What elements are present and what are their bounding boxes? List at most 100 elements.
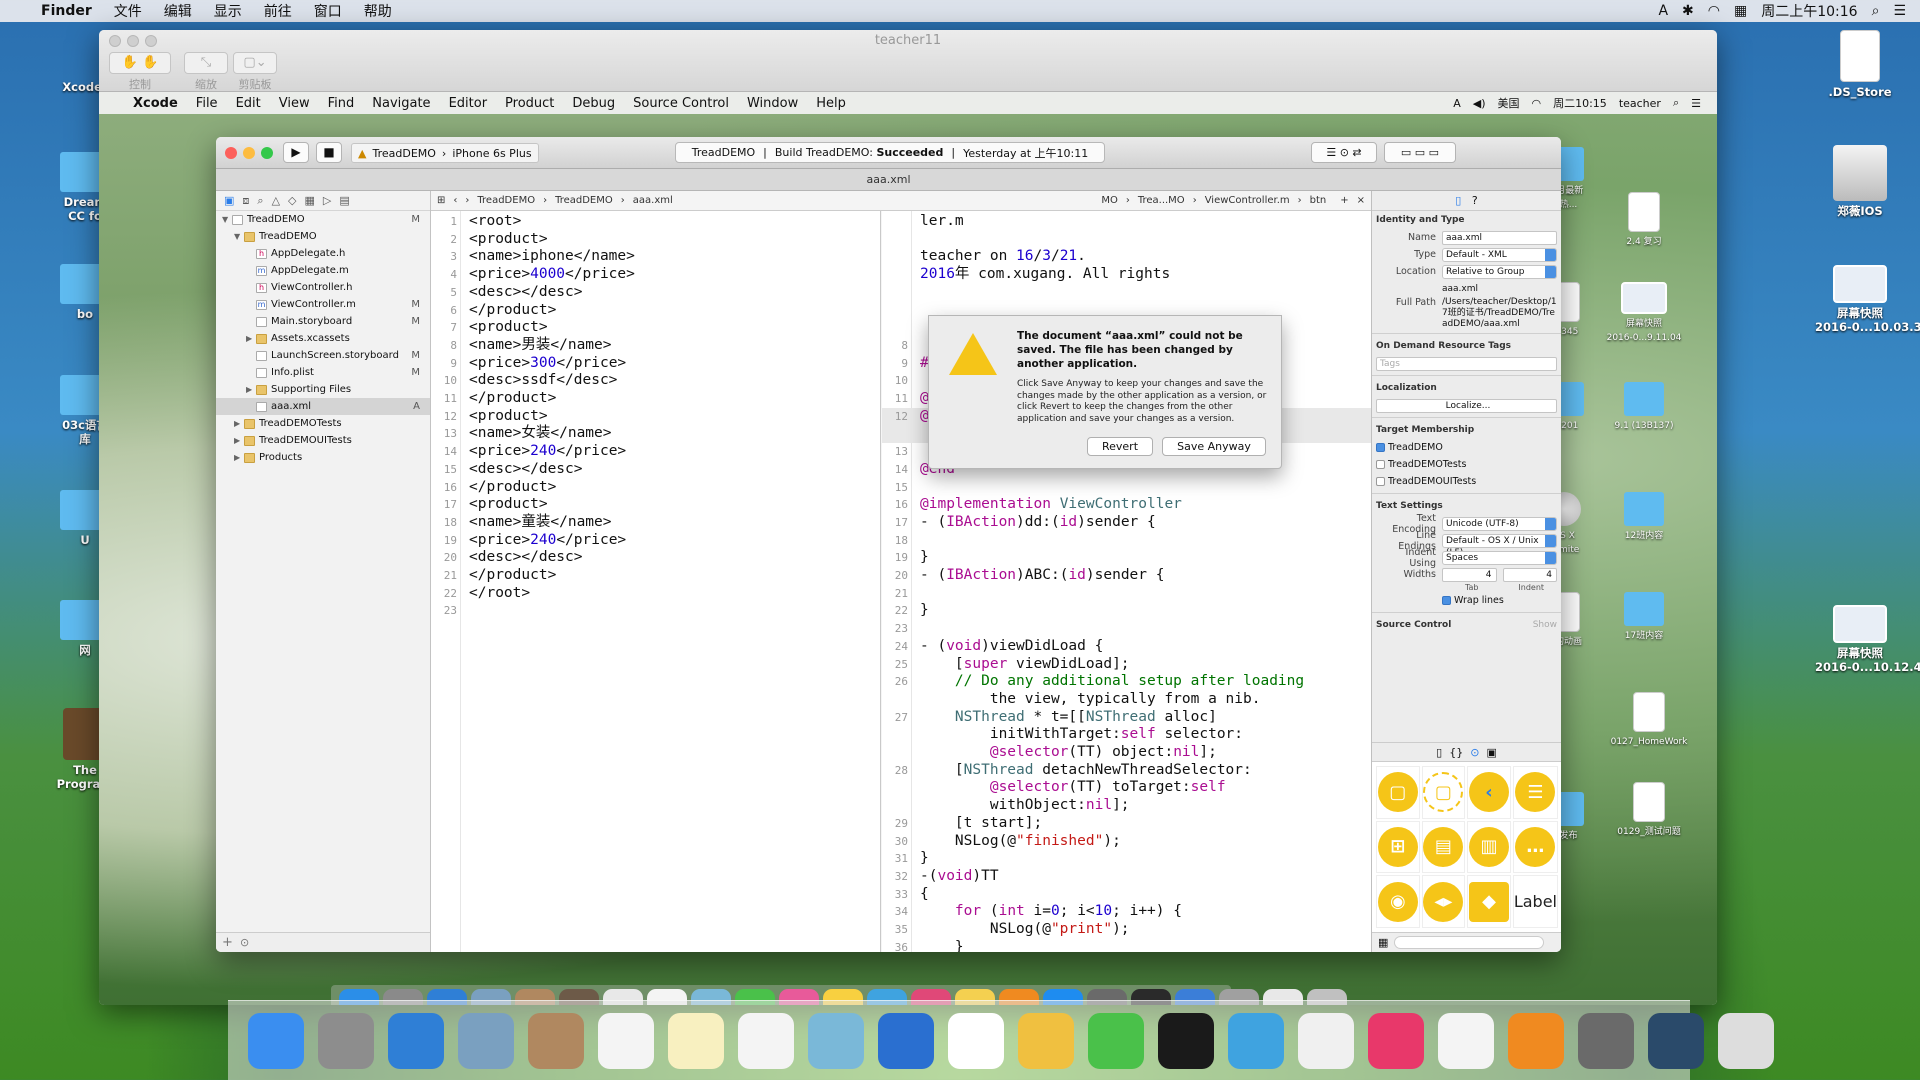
dock-app-icon[interactable] <box>1578 1012 1634 1069</box>
indent-popup[interactable]: Spaces <box>1442 550 1557 565</box>
close-button[interactable] <box>225 147 237 159</box>
file-template-icon[interactable]: ▯ <box>1436 746 1442 759</box>
line-endings-popup[interactable]: Default - OS X / Unix (LF) <box>1442 533 1557 558</box>
library-item[interactable]: ◉ <box>1376 875 1420 928</box>
media-library-icon[interactable]: ▣ <box>1486 746 1496 759</box>
file-tree-row[interactable]: ▼ TreadDEMO <box>216 228 430 245</box>
disclosure-triangle-icon[interactable]: ▶ <box>234 453 244 462</box>
desktop-icon[interactable]: 2.4 复习 <box>1609 192 1679 249</box>
localize-button[interactable]: Localize... <box>1376 398 1557 413</box>
folder-icon[interactable]: ▣ <box>224 194 234 207</box>
tags-field[interactable]: Tags <box>1376 356 1557 371</box>
back-icon[interactable]: ‹ <box>453 195 457 206</box>
dock-app-icon[interactable] <box>1438 1012 1494 1069</box>
save-anyway-button[interactable]: Save Anyway <box>1162 437 1266 456</box>
file-tree-row[interactable]: h AppDelegate.h <box>216 245 430 262</box>
tab-aaa-xml[interactable]: aaa.xml <box>867 173 911 186</box>
file-tree-row[interactable]: h ViewController.h <box>216 279 430 296</box>
file-tree-row[interactable]: ▶ Products <box>216 449 430 466</box>
dock-app-icon[interactable] <box>388 1012 444 1069</box>
remote-menu-item[interactable]: Editor <box>440 96 496 111</box>
library-item[interactable]: ⊞ <box>1376 820 1420 874</box>
file-inspector-icon[interactable]: ▯ <box>1455 194 1461 207</box>
remote-menu-item[interactable]: Window <box>738 96 807 111</box>
desktop-icon[interactable]: 12班内容 <box>1609 492 1679 543</box>
name-field[interactable]: aaa.xml <box>1442 230 1557 245</box>
jump-item[interactable]: MO <box>1101 195 1118 206</box>
editor-mode-buttons[interactable]: ☰ ⊙ ⇄ <box>1311 142 1377 163</box>
finder-menu[interactable]: Finder <box>30 3 103 19</box>
breakpoint-icon[interactable]: ▷ <box>323 194 331 207</box>
filter-icon[interactable]: ⊙ <box>240 936 249 949</box>
remote-menu-item[interactable]: Edit <box>227 96 270 111</box>
grid-icon[interactable]: ⊞ <box>437 195 445 206</box>
file-tree-row[interactable]: aaa.xml A <box>216 398 430 415</box>
control-tool-button[interactable]: ✋ ✋ 控制 <box>109 52 171 92</box>
run-button[interactable]: ▶ <box>283 142 309 163</box>
wrap-lines-checkbox[interactable] <box>1442 596 1451 605</box>
revert-button[interactable]: Revert <box>1087 437 1153 456</box>
library-filter-field[interactable] <box>1394 936 1544 949</box>
desktop-icon[interactable]: 屏幕快照 2016-0...9.11.04 <box>1604 282 1684 345</box>
encoding-popup[interactable]: Unicode (UTF-8) <box>1442 516 1557 531</box>
close-editor-icon[interactable]: × <box>1357 195 1371 206</box>
bluetooth-icon[interactable]: ✱ <box>1682 3 1694 19</box>
dock-app-icon[interactable] <box>248 1012 304 1069</box>
jump-item[interactable]: TreadDEMO <box>477 195 535 206</box>
dock-app-icon[interactable] <box>808 1012 864 1069</box>
file-tree-row[interactable]: ▼ TreadDEMO M <box>216 211 430 228</box>
remote-menu-item[interactable]: Find <box>319 96 364 111</box>
menu-go[interactable]: 前往 <box>253 1 303 21</box>
trash-icon[interactable] <box>1718 1012 1774 1069</box>
dock-app-icon[interactable] <box>598 1012 654 1069</box>
spotlight-icon[interactable]: ⌕ <box>1673 96 1679 110</box>
file-tree-row[interactable]: ▶ TreadDEMOTests <box>216 415 430 432</box>
wifi-icon[interactable]: ◠ <box>1708 3 1720 19</box>
jump-item[interactable]: aaa.xml <box>633 195 673 206</box>
help-icon[interactable]: ? <box>1472 194 1478 207</box>
add-editor-icon[interactable]: + <box>1334 195 1348 206</box>
spotlight-icon[interactable]: ⌕ <box>1872 3 1880 19</box>
file-tree-row[interactable]: ▶ Supporting Files <box>216 381 430 398</box>
flag-icon[interactable]: ▦ <box>1734 3 1747 19</box>
target-checkbox[interactable] <box>1376 460 1385 469</box>
input-method-icon[interactable]: A <box>1453 97 1461 110</box>
dock-app-icon[interactable] <box>1158 1012 1214 1069</box>
input-method-icon[interactable]: A <box>1658 3 1668 19</box>
menu-window[interactable]: 窗口 <box>303 1 353 21</box>
library-item[interactable]: ▤ <box>1421 820 1466 874</box>
desktop-icon[interactable]: 屏幕快照 2016-0...10.03.39 <box>1815 265 1920 334</box>
dock-app-icon[interactable] <box>458 1012 514 1069</box>
clipboard-tool-button[interactable]: ▢⌄ 剪贴板 <box>233 52 277 92</box>
jump-item[interactable]: TreadDEMO <box>555 195 613 206</box>
dock-app-icon[interactable] <box>1228 1012 1284 1069</box>
dock-app-icon[interactable] <box>318 1012 374 1069</box>
dock-app-icon[interactable] <box>1088 1012 1144 1069</box>
tab-width-field[interactable]: 4 <box>1442 567 1497 582</box>
remote-menu-item[interactable]: Help <box>807 96 855 111</box>
file-tree-row[interactable]: m ViewController.m M <box>216 296 430 313</box>
remote-menu-item[interactable]: Debug <box>563 96 624 111</box>
warning-icon[interactable]: △ <box>272 194 280 207</box>
disclosure-triangle-icon[interactable]: ▼ <box>222 215 232 224</box>
dock-app-icon[interactable] <box>1018 1012 1074 1069</box>
show-toggle[interactable]: Show <box>1533 620 1557 630</box>
remote-menu-item[interactable]: View <box>270 96 319 111</box>
dock-app-icon[interactable] <box>1508 1012 1564 1069</box>
file-tree-row[interactable]: ▶ TreadDEMOUITests <box>216 432 430 449</box>
dock-app-icon[interactable] <box>878 1012 934 1069</box>
xcode-menu[interactable]: Xcode <box>124 96 187 111</box>
dock-app-icon[interactable] <box>528 1012 584 1069</box>
forward-icon[interactable]: › <box>465 195 469 206</box>
desktop-icon[interactable]: .DS_Store <box>1815 30 1905 99</box>
target-checkbox[interactable] <box>1376 477 1385 486</box>
file-tree-row[interactable]: ▶ Assets.xcassets <box>216 330 430 347</box>
library-item[interactable]: ◆ <box>1467 875 1511 928</box>
desktop-icon[interactable]: 屏幕快照 2016-0...10.12.44 <box>1815 605 1920 674</box>
library-item[interactable]: ◂▸ <box>1421 875 1466 928</box>
dock-app-icon[interactable] <box>1368 1012 1424 1069</box>
desktop-icon[interactable]: 0129_测试问题 <box>1609 782 1689 839</box>
list-icon[interactable]: ☰ <box>1691 97 1701 110</box>
xml-editor[interactable]: 1 <root> 2 <product> 3 <name>iphone</name> 4 <p… <box>431 211 881 952</box>
menu-edit[interactable]: 编辑 <box>153 1 203 21</box>
